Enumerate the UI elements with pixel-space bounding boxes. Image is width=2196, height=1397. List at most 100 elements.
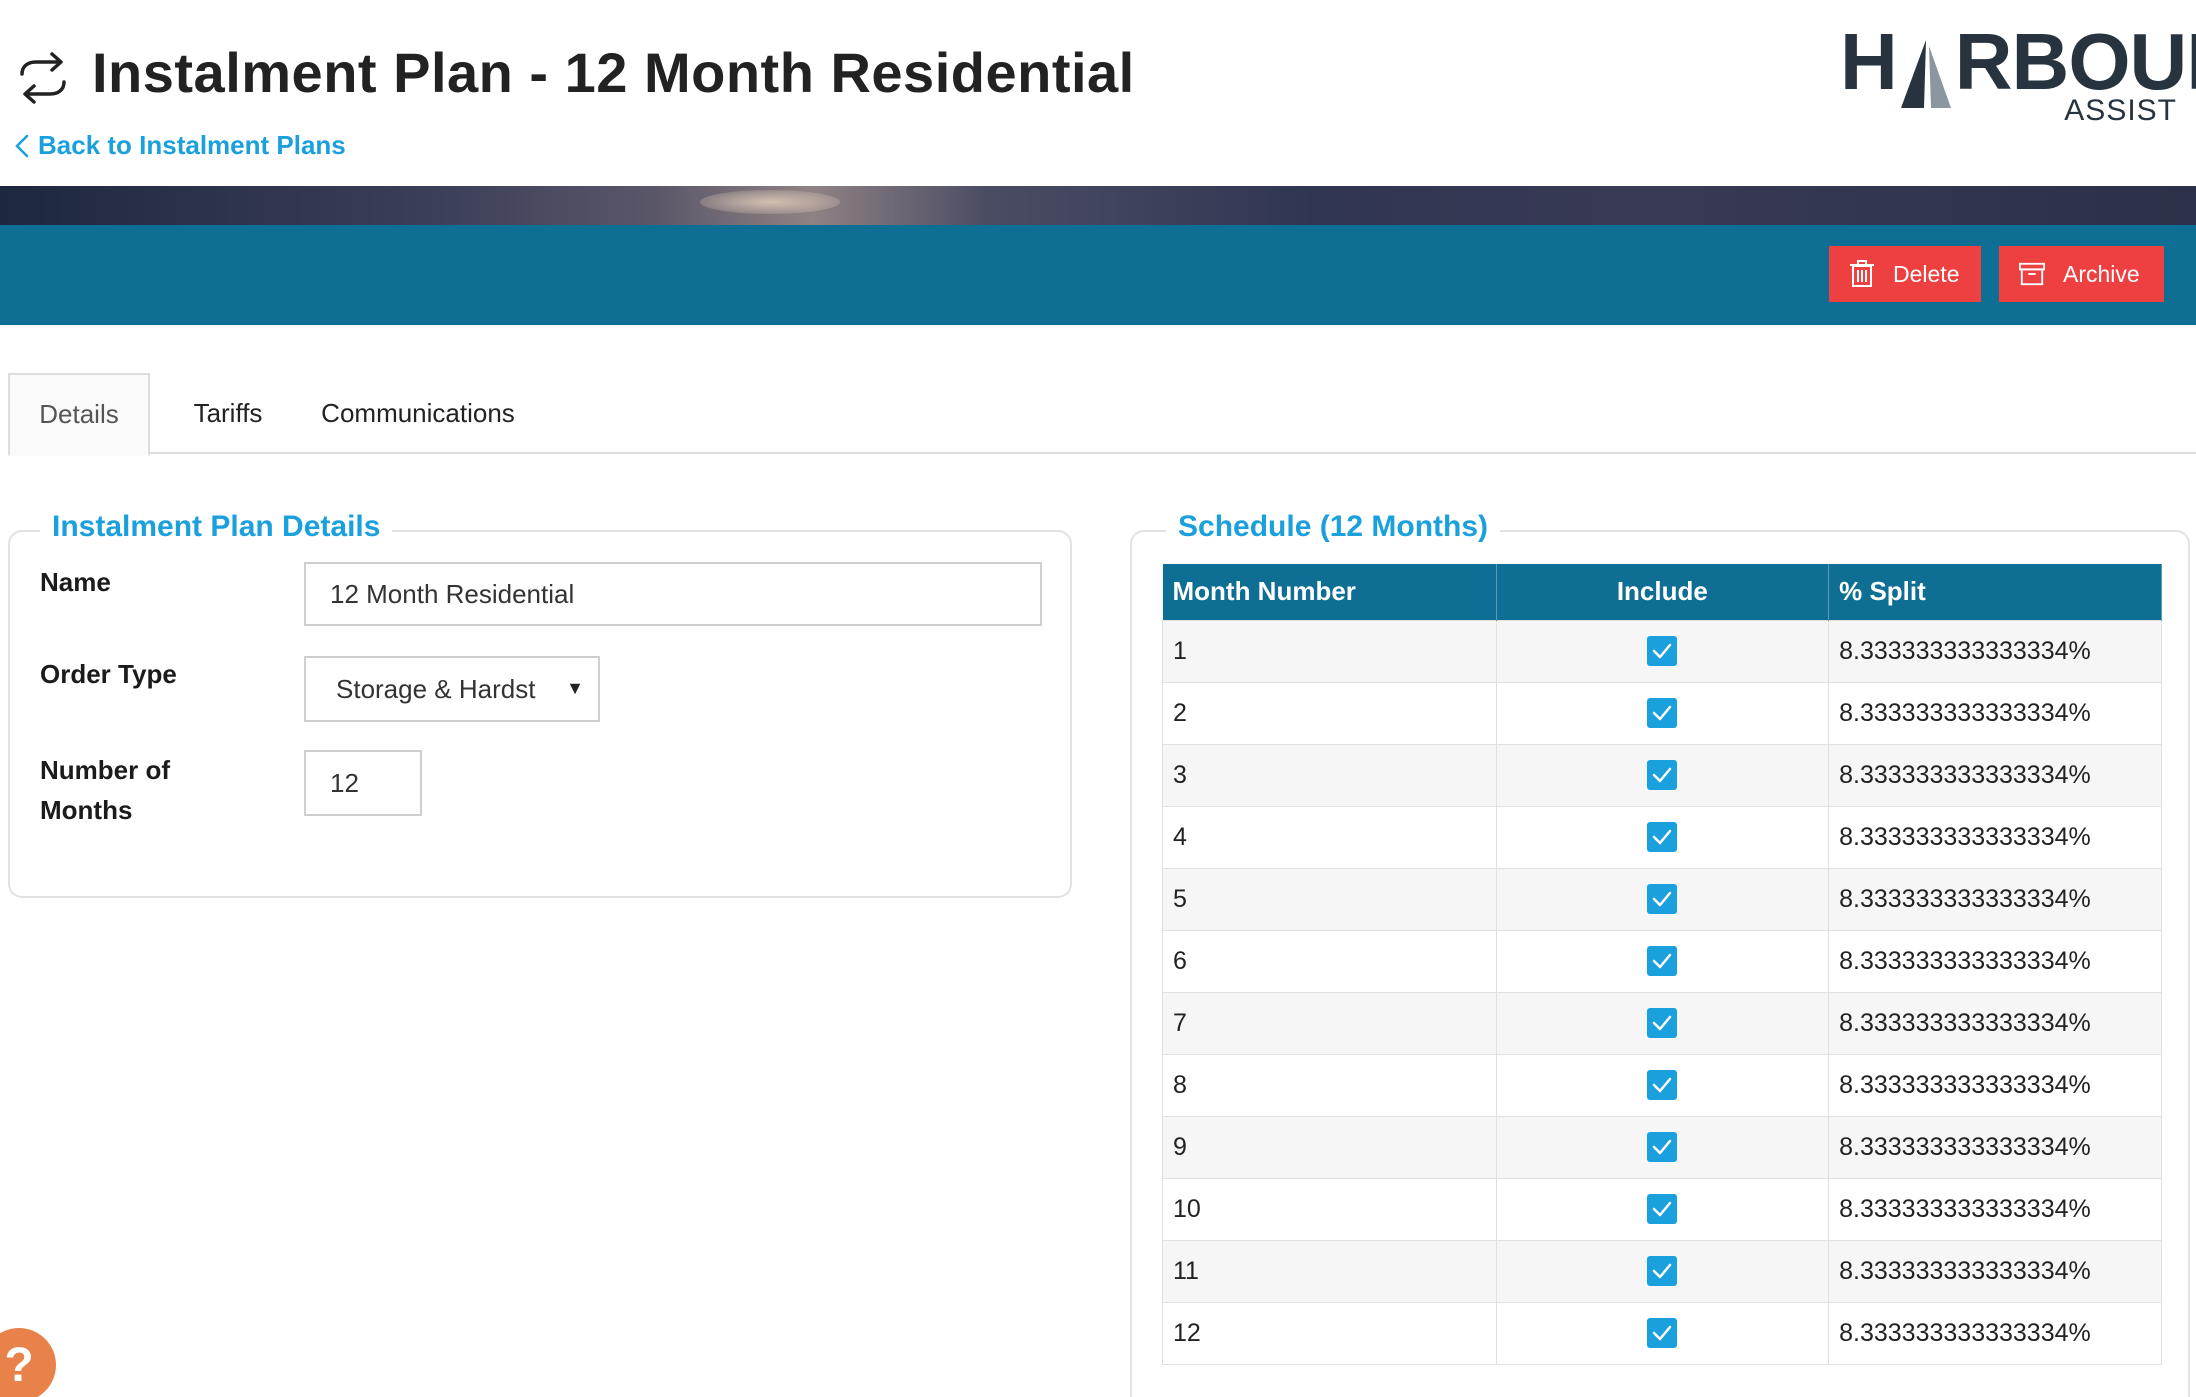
split-cell: 8.333333333333334% [1828,929,2162,993]
checkmark-icon [1653,953,1672,969]
caret-down-icon: ▼ [566,678,584,698]
table-row: 7 8.333333333333334% [1162,991,2162,1055]
include-checkbox[interactable] [1647,884,1678,915]
archive-button[interactable]: Archive [1999,246,2164,302]
checkmark-icon [1653,1201,1672,1217]
number-of-months-input[interactable] [304,750,422,816]
include-cell [1495,743,1830,807]
tab-details[interactable]: Details [8,373,150,456]
schedule-panel: Schedule (12 Months) Month Number Includ… [1130,510,2190,1397]
include-checkbox[interactable] [1647,946,1678,977]
repeat-icon [14,50,72,106]
back-to-instalment-plans-link[interactable]: Back to Instalment Plans [14,130,346,161]
table-row: 4 8.333333333333334% [1162,805,2162,869]
include-checkbox[interactable] [1647,822,1678,853]
checkmark-icon [1653,705,1672,721]
include-checkbox[interactable] [1647,698,1678,729]
month-number-cell: 11 [1162,1239,1497,1303]
checkmark-icon [1653,1139,1672,1155]
checkmark-icon [1653,1077,1672,1093]
column-header-month-number[interactable]: Month Number [1162,564,1497,620]
checkmark-icon [1653,829,1672,845]
month-number-cell: 3 [1162,743,1497,807]
back-link-label: Back to Instalment Plans [38,130,346,160]
split-cell: 8.333333333333334% [1828,1301,2162,1365]
split-cell: 8.333333333333334% [1828,991,2162,1055]
month-number-cell: 7 [1162,991,1497,1055]
archive-label: Archive [2063,260,2140,287]
month-number-cell: 12 [1162,1301,1497,1365]
include-checkbox[interactable] [1647,760,1678,791]
split-cell: 8.333333333333334% [1828,1177,2162,1241]
table-row: 1 8.333333333333334% [1162,619,2162,683]
column-header-include[interactable]: Include [1496,564,1830,620]
split-cell: 8.333333333333334% [1828,681,2162,745]
checkmark-icon [1653,1325,1672,1341]
table-row: 12 8.333333333333334% [1162,1301,2162,1365]
include-checkbox[interactable] [1647,1070,1678,1101]
table-row: 5 8.333333333333334% [1162,867,2162,931]
include-checkbox[interactable] [1647,1194,1678,1225]
include-cell [1495,929,1830,993]
include-cell [1495,1177,1830,1241]
order-type-label: Order Type [40,659,177,689]
schedule-table: Month Number Include % Split 1 8.33333333… [1162,564,2162,1365]
month-number-cell: 5 [1162,867,1497,931]
include-cell [1495,1239,1830,1303]
split-cell: 8.333333333333334% [1828,619,2162,683]
split-cell: 8.333333333333334% [1828,805,2162,869]
archive-icon [2019,262,2045,286]
instalment-plan-details-panel: Instalment Plan Details Name Order Type … [8,510,1072,898]
order-type-select[interactable]: Storage & Hardst ▼ [304,656,600,722]
include-cell [1495,1301,1830,1365]
include-checkbox[interactable] [1647,636,1678,667]
split-cell: 8.333333333333334% [1828,1239,2162,1303]
month-number-cell: 4 [1162,805,1497,869]
table-row: 2 8.333333333333334% [1162,681,2162,745]
delete-button[interactable]: Delete [1829,246,1981,302]
details-legend: Instalment Plan Details [40,510,393,544]
month-number-cell: 2 [1162,681,1497,745]
tab-tariffs[interactable]: Tariffs [168,373,288,454]
logo-text-h: H [1840,17,1898,106]
chevron-left-icon [15,134,29,157]
table-row: 8 8.333333333333334% [1162,1053,2162,1117]
split-cell: 8.333333333333334% [1828,1053,2162,1117]
include-cell [1495,619,1830,683]
sail-icon [1900,40,1951,108]
schedule-legend: Schedule (12 Months) [1166,510,1501,544]
checkmark-icon [1653,891,1672,907]
help-button[interactable]: ? [0,1328,56,1397]
name-label: Name [40,567,111,597]
harbour-assist-logo: H RBOUR ASSIST [1840,14,2196,127]
include-cell [1495,1053,1830,1117]
split-cell: 8.333333333333334% [1828,743,2162,807]
include-cell [1495,991,1830,1055]
include-checkbox[interactable] [1647,1256,1678,1287]
column-header-split[interactable]: % Split [1828,564,2162,620]
split-cell: 8.333333333333334% [1828,1115,2162,1179]
checkmark-icon [1653,643,1672,659]
table-row: 9 8.333333333333334% [1162,1115,2162,1179]
include-cell [1495,1115,1830,1179]
trash-icon [1850,260,1874,287]
banner-image [0,186,2196,225]
include-cell [1495,867,1830,931]
action-bar: Delete Archive [0,225,2196,325]
tab-bar: Details Tariffs Communications [8,373,2196,456]
name-input[interactable] [304,562,1042,626]
schedule-header-row: Month Number Include % Split [1162,564,2162,620]
logo-subtitle: ASSIST [2064,94,2177,127]
include-checkbox[interactable] [1647,1132,1678,1163]
checkmark-icon [1653,767,1672,783]
table-row: 3 8.333333333333334% [1162,743,2162,807]
checkmark-icon [1653,1263,1672,1279]
page-title: Instalment Plan - 12 Month Residential [92,41,1135,104]
tab-communications[interactable]: Communications [308,373,528,454]
include-cell [1495,681,1830,745]
table-row: 6 8.333333333333334% [1162,929,2162,993]
include-checkbox[interactable] [1647,1008,1678,1039]
include-checkbox[interactable] [1647,1318,1678,1349]
number-of-months-label: Number of Months [40,755,170,825]
order-type-value: Storage & Hardst [336,673,536,704]
